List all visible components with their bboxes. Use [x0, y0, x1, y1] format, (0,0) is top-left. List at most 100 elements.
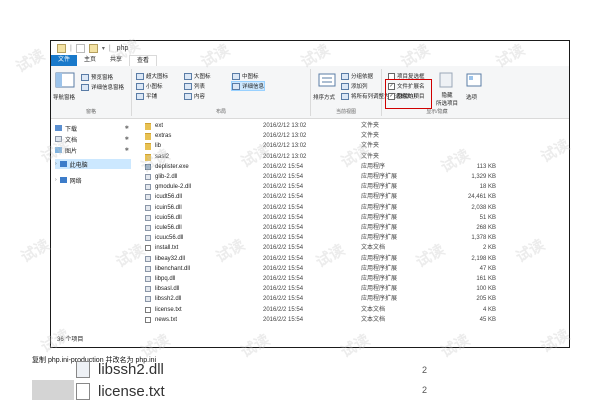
file-name: icule56.dll	[155, 225, 182, 231]
file-row[interactable]: libssh2.dll 2016/2/2 15:54 应用程序扩展 205 KB	[135, 294, 569, 304]
nav-item-documents[interactable]: 文档 ✱	[55, 134, 131, 144]
file-row[interactable]: libsasl.dll 2016/2/2 15:54 应用程序扩展 100 KB	[135, 284, 569, 294]
hide-selected-icon	[436, 72, 456, 90]
file-row[interactable]: gmodule-2.dll 2016/2/2 15:54 应用程序扩展 18 KB	[135, 182, 569, 192]
file-date: 2016/2/2 15:54	[263, 163, 304, 170]
options-button[interactable]: 选项	[466, 93, 477, 101]
tiles-option[interactable]: 平铺	[136, 92, 157, 100]
file-row[interactable]: icuio56.dll 2016/2/2 15:54 应用程序扩展 51 KB	[135, 213, 569, 223]
tiles-icon	[136, 92, 144, 100]
text-file-icon	[76, 382, 90, 400]
group-by-button[interactable]: 分组依据	[341, 72, 373, 80]
file-row[interactable]: icuin56.dll 2016/2/2 15:54 应用程序扩展 2,038 KB	[135, 203, 569, 213]
zoomed-row-mark: 2	[422, 365, 428, 375]
zoomed-row-mark: 2	[422, 385, 428, 395]
preview-pane-button[interactable]: 预览窗格	[81, 73, 113, 81]
sort-by-icon	[317, 72, 337, 90]
file-type: 应用程序扩展	[361, 214, 398, 221]
list-option[interactable]: 列表	[184, 82, 205, 90]
file-size: 45 KB	[479, 316, 496, 323]
dll-file-icon	[145, 214, 151, 221]
file-row[interactable]: extras 2016/2/12 13:02 文件夹	[135, 131, 569, 141]
tab-file[interactable]: 文件	[51, 55, 78, 66]
file-name: license.txt	[155, 306, 182, 313]
file-row[interactable]: libeay32.dll 2016/2/2 15:54 应用程序扩展 2,198 KB	[135, 254, 569, 264]
file-name: deplister.exe	[155, 163, 189, 170]
extra-large-icons-option[interactable]: 超大图标	[136, 72, 168, 80]
file-name: lib	[155, 143, 162, 150]
nav-item-downloads[interactable]: 下载 ✱	[55, 123, 131, 133]
hide-selected-label: 隐藏	[441, 93, 453, 99]
file-date: 2016/2/2 15:54	[263, 194, 304, 201]
details-pane-button[interactable]: 详细信息窗格	[81, 83, 124, 91]
text-file-icon	[145, 306, 151, 313]
file-row[interactable]: deplister.exe 2016/2/2 15:54 应用程序 113 KB	[135, 162, 569, 172]
exe-file-icon	[145, 163, 151, 170]
quick-access-properties-icon[interactable]	[75, 43, 85, 53]
file-name: libssh2.dll	[155, 296, 182, 303]
file-row[interactable]: license.txt 2016/2/2 15:54 文本文档 4 KB	[135, 305, 569, 315]
pane-group: 导航窗格 预览窗格 详细信息窗格 窗格	[51, 69, 132, 116]
group-by-icon	[341, 72, 349, 80]
quick-access-dropdown-icon[interactable]: ▾	[102, 45, 105, 52]
zoomed-row-1: libssh2.dll	[76, 360, 164, 378]
content-option[interactable]: 内容	[184, 92, 205, 100]
dll-file-icon	[145, 204, 151, 211]
tiles-label: 平铺	[146, 94, 158, 100]
file-row[interactable]: libenchant.dll 2016/2/2 15:54 应用程序扩展 47 KB	[135, 264, 569, 274]
file-size: 51 KB	[479, 214, 496, 221]
content-icon	[184, 92, 192, 100]
file-name: libsasl.dll	[155, 286, 180, 293]
nav-item-network[interactable]: › 网络	[55, 175, 131, 185]
nav-item-pictures[interactable]: 图片 ✱	[55, 145, 131, 155]
watermark-text: 试读	[18, 236, 53, 267]
file-type: 文件夹	[361, 143, 380, 150]
file-type: 应用程序扩展	[361, 286, 398, 293]
file-type: 应用程序扩展	[361, 225, 398, 231]
tab-home[interactable]: 主页	[77, 55, 103, 66]
file-row[interactable]: news.txt 2016/2/2 15:54 文本文档 45 KB	[135, 315, 569, 325]
large-icons-option[interactable]: 大图标	[184, 72, 211, 80]
hide-selected-button[interactable]: 隐藏 所选项目	[436, 91, 458, 107]
nav-pane-button[interactable]: 导航窗格	[53, 93, 75, 101]
file-type: 应用程序扩展	[361, 265, 398, 272]
details-label: 详细信息	[242, 84, 265, 90]
file-row[interactable]: glib-2.dll 2016/2/2 15:54 应用程序扩展 1,329 KB	[135, 172, 569, 182]
medium-icons-option[interactable]: 中图标	[232, 72, 259, 80]
file-row[interactable]: icuuc56.dll 2016/2/2 15:54 应用程序扩展 1,378 KB	[135, 233, 569, 243]
file-row[interactable]: libpq.dll 2016/2/2 15:54 应用程序扩展 161 KB	[135, 274, 569, 284]
zoomed-row-2: license.txt	[76, 382, 165, 400]
quick-access-new-folder-icon[interactable]	[88, 43, 98, 53]
hide-selected-label-2: 所选项目	[436, 101, 459, 107]
nav-item-this-pc[interactable]: › 此电脑	[55, 159, 131, 169]
dll-file-icon	[76, 360, 90, 378]
current-view-group: 排序方式 分组依据 添加列 将所有列调整为合适的大小 当前视图	[311, 69, 417, 116]
file-name: sasl2	[155, 153, 170, 160]
dll-file-icon	[145, 194, 151, 201]
sort-by-button[interactable]: 排序方式	[313, 93, 335, 101]
file-date: 2016/2/12 13:02	[263, 143, 307, 150]
file-row[interactable]: sasl2 2016/2/12 13:02 文件夹	[135, 152, 569, 162]
dll-file-icon	[145, 276, 151, 282]
nav-item-label: 下载	[65, 126, 78, 133]
options-icon	[464, 72, 484, 90]
file-type: 应用程序扩展	[361, 255, 398, 262]
add-columns-button[interactable]: 添加列	[341, 82, 368, 90]
small-icons-option[interactable]: 小图标	[136, 82, 163, 90]
show-hide-group: 项目复选框 ✓ 文件扩展名 ✓ 隐藏的项目 隐藏 所选项目 选项 显示/隐藏	[382, 69, 492, 116]
file-date: 2016/2/2 15:54	[263, 265, 304, 272]
file-row[interactable]: ext 2016/2/12 13:02 文件夹	[135, 121, 569, 131]
file-row[interactable]: lib 2016/2/12 13:02 文件夹	[135, 141, 569, 151]
explorer-window: | ▾ | php 文件 主页 共享 查看 导航窗格 预览窗格 详细信息窗格 窗…	[50, 40, 570, 348]
file-name: icuuc56.dll	[155, 235, 184, 242]
file-type: 应用程序扩展	[361, 174, 398, 180]
details-option[interactable]: 详细信息	[230, 81, 266, 91]
folder-icon	[145, 133, 151, 141]
file-row[interactable]: install.txt 2016/2/2 15:54 文本文档 2 KB	[135, 243, 569, 253]
group-by-label: 分组依据	[351, 74, 374, 80]
file-type: 文本文档	[361, 316, 386, 323]
tab-share[interactable]: 共享	[103, 55, 129, 66]
file-date: 2016/2/2 15:54	[263, 255, 304, 262]
file-row[interactable]: icule56.dll 2016/2/2 15:54 应用程序扩展 268 KB	[135, 223, 569, 233]
file-row[interactable]: icudt56.dll 2016/2/2 15:54 应用程序扩展 24,461 KB	[135, 192, 569, 202]
